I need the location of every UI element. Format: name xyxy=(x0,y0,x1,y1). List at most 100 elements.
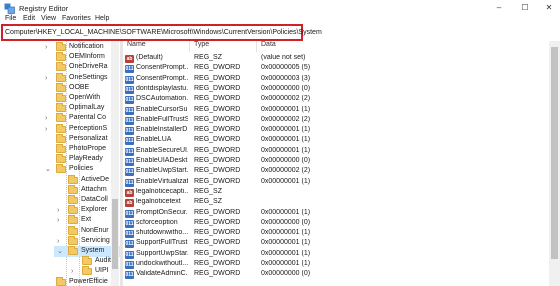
binary-value-icon: 011 xyxy=(125,261,134,269)
folder-icon xyxy=(56,144,66,153)
values-scroll-thumb[interactable] xyxy=(551,47,558,259)
folder-icon xyxy=(56,93,66,102)
tree-scrollbar[interactable] xyxy=(111,41,119,286)
column-header-type[interactable]: Type xyxy=(194,41,209,52)
value-type: REG_DWORD xyxy=(194,146,241,154)
value-data: 0x00000000 (0) xyxy=(261,157,311,164)
value-name: dontdisplaylastu... xyxy=(136,84,188,92)
binary-value-icon: 011 xyxy=(125,137,134,146)
folder-icon xyxy=(68,174,78,184)
folder-icon xyxy=(56,113,66,123)
tree-item-label: PerceptionS xyxy=(69,124,108,132)
value-type: REG_DWORD xyxy=(194,115,241,123)
tree-item-label: UIPI xyxy=(95,267,109,275)
value-name: EnableUIADeskt... xyxy=(136,157,188,164)
folder-icon xyxy=(56,123,66,133)
value-type: REG_SZ xyxy=(194,187,223,195)
folder-icon xyxy=(56,276,66,286)
value-name: EnableFullTrustS... xyxy=(136,115,188,123)
value-type: REG_DWORD xyxy=(194,64,241,72)
menu-help[interactable]: Help xyxy=(95,15,109,22)
value-type: REG_DWORD xyxy=(194,260,241,267)
column-header-name[interactable]: Name xyxy=(127,41,146,52)
value-name: legalnoticetext xyxy=(136,198,181,206)
folder-icon xyxy=(56,42,66,51)
tree-item-label: System xyxy=(81,247,105,254)
folder-icon xyxy=(56,103,66,113)
value-type: REG_DWORD xyxy=(194,167,241,175)
tree-item-label: OneDriveRa xyxy=(69,63,108,71)
value-data: 0x00000000 (0) xyxy=(261,84,311,92)
binary-value-icon: 011 xyxy=(125,116,134,125)
tree-item-label: OEMInform xyxy=(69,53,105,61)
value-name: EnableSecureUI... xyxy=(136,146,188,154)
tree-item-label: Personalizat xyxy=(69,134,108,142)
tree-item-label: Parental Co xyxy=(69,114,106,122)
folder-icon xyxy=(56,133,66,143)
value-data: 0x00000001 (1) xyxy=(261,229,311,237)
tree-item-label: OOBE xyxy=(69,83,90,91)
binary-value-icon: 011 xyxy=(125,106,134,115)
binary-value-icon: 011 xyxy=(125,96,134,105)
column-header-data[interactable]: Data xyxy=(261,41,276,52)
binary-value-icon: 011 xyxy=(125,209,134,218)
value-type: REG_DWORD xyxy=(194,95,241,103)
value-data: 0x00000001 (1) xyxy=(261,177,311,185)
tree-scroll-thumb[interactable] xyxy=(112,199,118,269)
value-name: ValidateAdminC... xyxy=(136,270,188,278)
value-type: REG_DWORD xyxy=(194,177,241,185)
folder-icon xyxy=(56,52,66,62)
binary-value-icon: 011 xyxy=(125,230,134,239)
tree-item-label: Ext xyxy=(81,216,92,224)
value-name: EnableCursorSu... xyxy=(136,105,188,113)
folder-icon xyxy=(56,164,66,174)
menu-favorites[interactable]: Favorites xyxy=(62,15,91,22)
value-data: 0x00000002 (2) xyxy=(261,115,311,123)
values-scrollbar[interactable] xyxy=(549,41,560,286)
tree-item-label: PowerEfficie xyxy=(69,277,108,285)
value-name: PromptOnSecur... xyxy=(136,208,188,216)
binary-value-icon: 011 xyxy=(125,168,134,177)
value-row[interactable]: 011 ValidateAdminC... REG_DWORD 0x00000000 … xyxy=(123,269,560,280)
address-bar[interactable]: Computer\HKEY_LOCAL_MACHINE\SOFTWARE\Mic… xyxy=(1,24,322,41)
registry-editor-icon xyxy=(4,3,15,14)
value-name: EnableUwpStart... xyxy=(136,167,188,175)
chevron-down-icon[interactable]: ⌄ xyxy=(57,246,63,257)
tree-item-label: OpenWith xyxy=(69,94,101,101)
tree-item-label: Explorer xyxy=(81,206,108,214)
folder-icon xyxy=(82,256,92,266)
tree-item-label: Policies xyxy=(69,165,94,173)
tree-item-label: ActiveDe xyxy=(81,175,110,183)
folder-icon xyxy=(68,246,78,255)
value-type: REG_DWORD xyxy=(194,157,241,164)
folder-icon xyxy=(56,154,66,164)
values-list: Name Type Data ab (Default) REG_SZ (value n… xyxy=(123,41,560,286)
binary-value-icon: 011 xyxy=(125,127,134,136)
folder-icon xyxy=(68,235,78,245)
binary-value-icon: 011 xyxy=(125,75,134,84)
menu-edit[interactable]: Edit xyxy=(23,15,35,22)
tree-item[interactable]: PowerEfficie xyxy=(42,276,121,286)
value-type: REG_DWORD xyxy=(194,105,241,113)
value-data: 0x00000001 (1) xyxy=(261,249,311,257)
binary-value-icon: 011 xyxy=(125,158,134,166)
address-path[interactable]: Computer\HKEY_LOCAL_MACHINE\SOFTWARE\Mic… xyxy=(5,29,322,36)
value-data: 0x00000001 (1) xyxy=(261,146,311,154)
menu-file[interactable]: File xyxy=(5,15,16,22)
value-type: REG_DWORD xyxy=(194,270,241,278)
chevron-down-icon[interactable]: ⌄ xyxy=(45,164,51,175)
column-separator[interactable] xyxy=(256,41,257,52)
value-type: REG_DWORD xyxy=(194,74,241,82)
menu-view[interactable]: View xyxy=(41,15,56,22)
value-data: 0x00000001 (1) xyxy=(261,208,311,216)
folder-icon xyxy=(68,205,78,215)
value-data: 0x00000001 (1) xyxy=(261,239,311,247)
value-data: 0x00000001 (1) xyxy=(261,260,311,267)
value-data: 0x00000001 (1) xyxy=(261,136,311,144)
value-data: 0x00000002 (2) xyxy=(261,95,311,103)
tree-item-label: OptimalLay xyxy=(69,104,105,112)
value-name: ConsentPrompt... xyxy=(136,64,188,72)
folder-icon xyxy=(56,82,66,92)
window-title: Registry Editor xyxy=(19,4,69,13)
column-separator[interactable] xyxy=(189,41,190,52)
